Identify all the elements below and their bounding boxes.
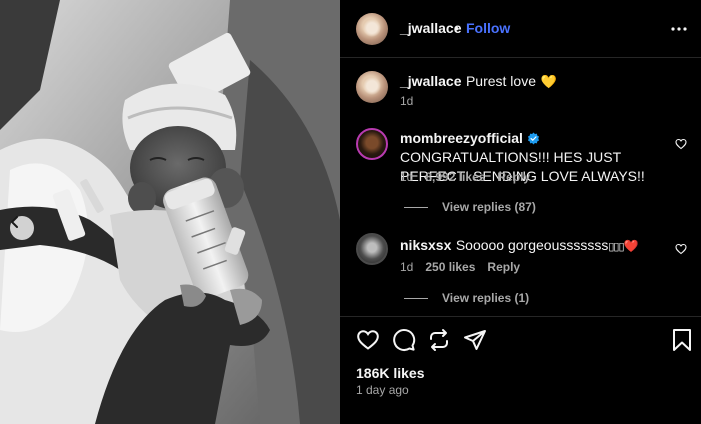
post-header: _jwallace • Follow — [340, 0, 701, 58]
commenter-avatar[interactable] — [356, 128, 388, 160]
comment-emoji-boxes: ▯▯▯ — [608, 241, 624, 253]
replies-divider — [404, 206, 428, 208]
caption-text: Purest love — [465, 73, 536, 89]
save-bookmark-icon[interactable] — [672, 328, 692, 352]
comment-time: 1d — [400, 170, 414, 184]
comment-reply-button[interactable]: Reply — [487, 260, 520, 274]
like-comment-heart-icon[interactable] — [675, 138, 687, 150]
post-side-panel: _jwallace • Follow _jwallace Purest love… — [340, 0, 701, 424]
comment-item: niksxsx Sooooo gorgeousssssss▯▯▯❤️ 1d 25… — [356, 233, 691, 277]
comment-username[interactable]: mombreezyofficial — [400, 130, 523, 146]
commenter-avatar[interactable] — [356, 233, 388, 265]
comment-bubble-icon[interactable] — [392, 328, 416, 352]
verified-badge-icon — [528, 132, 540, 145]
yellow-heart-emoji: 💛 — [540, 74, 557, 89]
comment-line: niksxsx Sooooo gorgeousssssss▯▯▯❤️ — [400, 236, 685, 256]
caption-line: _jwallace Purest love 💛 — [400, 72, 685, 91]
owner-username[interactable]: _jwallace — [400, 20, 462, 36]
comment-item: mombreezyofficial CONGRATUALTIONS!!! HES… — [356, 128, 691, 190]
caption-avatar[interactable] — [356, 71, 388, 103]
post-time-ago: 1 day ago — [356, 383, 409, 397]
post-likes-count[interactable]: 186K likes — [356, 365, 425, 381]
view-replies-button[interactable]: View replies (87) — [404, 200, 536, 214]
chevron-left-icon — [11, 216, 18, 228]
baby-photo-illustration — [0, 0, 340, 424]
caption-time: 1d — [400, 94, 414, 108]
more-options-icon[interactable] — [670, 20, 688, 38]
comment-likes[interactable]: 250 likes — [425, 260, 475, 274]
caption-username[interactable]: _jwallace — [400, 73, 462, 89]
comment-time: 1d — [400, 260, 414, 274]
comment-reply-button[interactable]: Reply — [497, 170, 530, 184]
like-comment-heart-icon[interactable] — [675, 243, 687, 255]
post-actions: 186K likes 1 day ago — [340, 316, 701, 424]
comment-likes[interactable]: 8,992 likes — [425, 170, 485, 184]
caption: _jwallace Purest love 💛 1d — [356, 71, 691, 111]
view-replies-button[interactable]: View replies (1) — [404, 291, 529, 305]
replies-divider — [404, 297, 428, 299]
view-replies-label[interactable]: View replies (87) — [442, 200, 536, 214]
red-heart-emoji: ❤️ — [623, 239, 639, 253]
post-photo — [0, 0, 340, 424]
carousel-previous-button[interactable] — [10, 216, 34, 240]
header-separator: • — [454, 20, 459, 36]
comment-username[interactable]: niksxsx — [400, 237, 451, 253]
follow-button[interactable]: Follow — [466, 20, 510, 36]
owner-avatar[interactable] — [356, 13, 388, 45]
share-send-icon[interactable] — [463, 328, 487, 352]
comment-text: Sooooo gorgeousssssss — [455, 237, 609, 253]
comment-meta: 1d 8,992 likes Reply — [400, 170, 530, 184]
view-replies-label[interactable]: View replies (1) — [442, 291, 529, 305]
repost-icon[interactable] — [427, 328, 451, 352]
like-heart-icon[interactable] — [356, 328, 380, 352]
comment-meta: 1d 250 likes Reply — [400, 260, 520, 274]
